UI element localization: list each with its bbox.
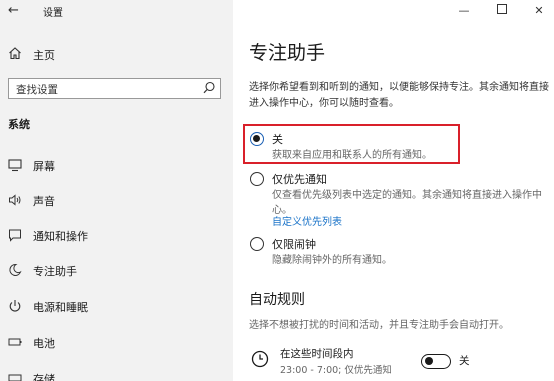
window-controls: — ✕ [434, 0, 554, 24]
clock-icon [251, 350, 269, 368]
sidebar-item-storage[interactable]: 存储 [0, 368, 233, 381]
sidebar-item-home[interactable]: 主页 [0, 44, 233, 66]
option-label: 仅限闹钟 [272, 238, 316, 251]
storage-icon [8, 370, 22, 381]
app-title: 设置 [43, 8, 63, 19]
sidebar-item-label: 专注助手 [33, 265, 77, 278]
rule-label: 在这些时间段内 [280, 348, 354, 360]
search-input[interactable]: 查找设置 [8, 78, 221, 99]
auto-rules-description: 选择不想被打扰的时间和活动，并且专注助手会自动打开。 [249, 320, 509, 331]
sidebar-item-label: 通知和操作 [33, 230, 88, 243]
sidebar-item-label: 主页 [33, 49, 55, 62]
radio-button[interactable] [250, 132, 264, 146]
search-icon[interactable] [202, 80, 216, 96]
monitor-icon [8, 157, 22, 173]
sidebar-item-label: 电源和睡眠 [33, 301, 88, 314]
option-label: 关 [272, 133, 283, 146]
back-arrow-icon[interactable]: ← [8, 3, 24, 19]
auto-rules-title: 自动规则 [249, 292, 305, 308]
sidebar-item-focus-assist[interactable]: 专注助手 [0, 260, 233, 282]
sidebar-item-label: 电池 [33, 337, 55, 350]
sidebar-item-label: 存储 [33, 373, 55, 381]
option-label: 仅优先通知 [272, 173, 327, 186]
battery-icon [8, 334, 22, 350]
main-content: 专注助手 选择你希望看到和听到的通知，以便能够保持专注。其余通知将直接进入操作中… [233, 0, 554, 381]
sidebar-item-power[interactable]: 电源和睡眠 [0, 296, 233, 318]
option-description: 隐藏除闹钟外的所有通知。 [272, 255, 392, 266]
sidebar-item-notifications[interactable]: 通知和操作 [0, 225, 233, 247]
titlebar: ← 设置 [0, 0, 233, 24]
page-description: 选择你希望看到和听到的通知，以便能够保持专注。其余通知将直接进入操作中心，你可以… [249, 82, 549, 109]
search-placeholder: 查找设置 [16, 84, 58, 96]
toggle-state-label: 关 [459, 355, 470, 367]
power-icon [8, 298, 22, 314]
sidebar: ← 设置 主页 查找设置 系统 屏幕 声音 通知和操作 专注助手 电源和睡眠 电… [0, 0, 233, 381]
rule-during-these-times[interactable]: 在这些时间段内 23:00 - 7:00; 仅优先通知 关 [249, 344, 549, 378]
rule-description: 23:00 - 7:00; 仅优先通知 [280, 365, 392, 376]
maximize-icon[interactable] [494, 4, 510, 18]
radio-button[interactable] [250, 237, 264, 251]
sidebar-item-label: 声音 [33, 195, 55, 208]
option-description: 获取来自应用和联系人的所有通知。 [272, 150, 432, 161]
speaker-icon [8, 192, 22, 208]
close-icon[interactable]: ✕ [531, 4, 547, 18]
sidebar-item-sound[interactable]: 声音 [0, 190, 233, 212]
radio-button[interactable] [250, 172, 264, 186]
sidebar-item-display[interactable]: 屏幕 [0, 155, 233, 177]
notification-icon [8, 227, 22, 243]
moon-icon [8, 262, 22, 278]
page-title: 专注助手 [249, 42, 326, 64]
rule-toggle[interactable] [421, 354, 451, 369]
home-icon [8, 46, 22, 64]
sidebar-item-label: 屏幕 [33, 160, 55, 173]
minimize-icon[interactable]: — [456, 4, 472, 18]
sidebar-item-battery[interactable]: 电池 [0, 332, 233, 354]
customize-priority-link[interactable]: 自定义优先列表 [272, 213, 342, 228]
section-title: 系统 [8, 118, 30, 131]
